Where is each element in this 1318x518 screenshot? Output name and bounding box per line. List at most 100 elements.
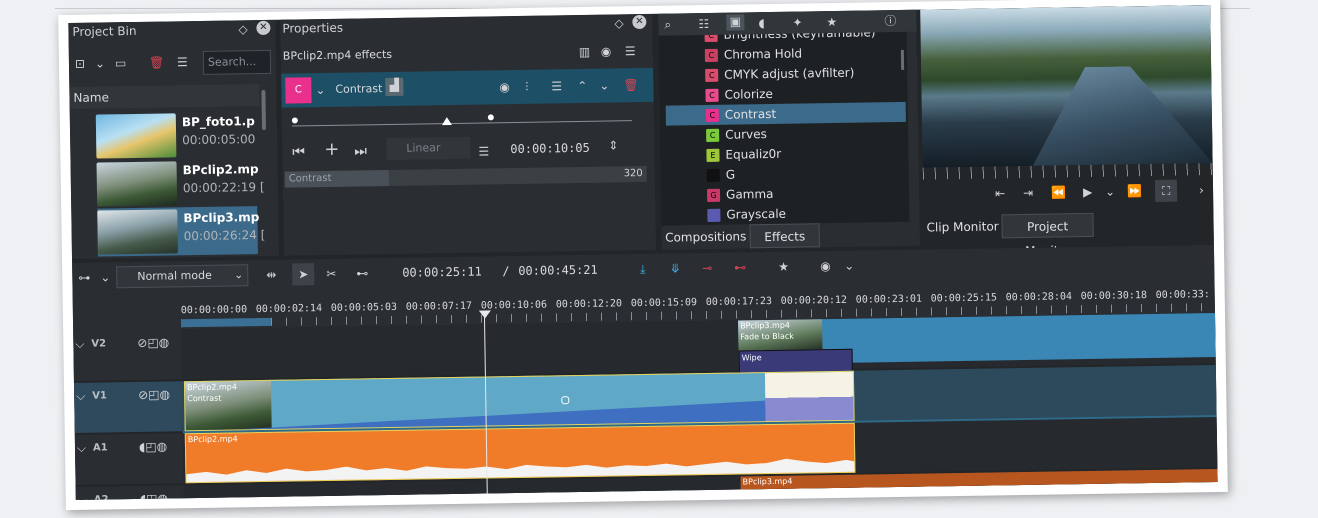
chevron-down-icon[interactable]: ⌄ bbox=[100, 270, 110, 284]
overwrite-icon[interactable]: ⤋ bbox=[670, 261, 680, 275]
track-controls-icon[interactable]: ⊘◰◍ bbox=[138, 387, 170, 401]
bin-item-foto1[interactable]: BP_foto1.p 00:00:05:00 bbox=[95, 110, 257, 161]
clip-a1-bpclip2[interactable]: BPclip2.mp4 bbox=[184, 422, 856, 484]
tab-clip-monitor[interactable]: Clip Monitor bbox=[925, 214, 1000, 240]
delete-icon[interactable]: 🗑 bbox=[623, 78, 638, 92]
tab-project-monitor[interactable]: Project Monitor bbox=[1001, 212, 1094, 258]
keyframe-ruler[interactable] bbox=[291, 112, 632, 131]
track-header-v2[interactable]: ⌵ V2 ⊘◰◍ bbox=[73, 329, 182, 381]
chevron-down-icon[interactable]: ⌄ bbox=[1105, 185, 1115, 199]
bin-item-clip3[interactable]: BPclip3.mp 00:00:26:24 [ bbox=[97, 206, 265, 257]
extract-icon[interactable]: ⊸ bbox=[702, 261, 712, 275]
effect-type-icon: E bbox=[706, 148, 720, 162]
playhead-handle[interactable] bbox=[478, 310, 492, 319]
menu-icon[interactable]: ☰ bbox=[177, 55, 188, 69]
keyframe-icon[interactable]: ▟ bbox=[385, 77, 404, 97]
bin-column-header[interactable]: Name bbox=[69, 84, 260, 109]
video-effect-icon[interactable]: ▣ bbox=[726, 14, 745, 31]
menu-icon[interactable]: ☰ bbox=[625, 44, 636, 58]
close-icon[interactable]: ✕ bbox=[632, 14, 647, 30]
track-header-v1[interactable]: ⌵ V1 ⊘◰◍ bbox=[73, 381, 183, 433]
effects-scrollbar[interactable] bbox=[900, 49, 905, 70]
custom-effect-icon[interactable]: ✦ bbox=[792, 15, 802, 29]
effect-item[interactable]: Grayscale bbox=[667, 202, 897, 226]
chevron-down-icon[interactable]: ⌄ bbox=[844, 259, 854, 273]
sliders-icon[interactable]: ⫶ bbox=[525, 80, 528, 94]
effect-label: Contrast bbox=[187, 393, 222, 404]
list-icon[interactable]: ☷ bbox=[698, 17, 709, 31]
play-icon[interactable]: ▶ bbox=[1083, 185, 1092, 199]
lift-icon[interactable]: ⊷ bbox=[734, 260, 746, 274]
spacer-tool-icon[interactable]: ⇹ bbox=[266, 268, 276, 282]
edit-mode-select[interactable]: Normal mode ⌄ bbox=[116, 264, 249, 289]
favorite-icon[interactable]: ★ bbox=[778, 260, 789, 274]
chevron-down-icon[interactable]: ⌄ bbox=[95, 56, 105, 70]
menu-icon[interactable]: ☰ bbox=[478, 144, 489, 158]
previous-keyframe-icon[interactable]: ⏮ bbox=[292, 144, 305, 160]
search-icon[interactable]: ⌕ bbox=[664, 18, 671, 32]
next-keyframe-icon[interactable]: ⏭ bbox=[354, 143, 367, 159]
delete-icon[interactable]: 🗑 bbox=[149, 55, 164, 69]
tab-compositions[interactable]: Compositions bbox=[663, 224, 748, 250]
playhead-marker[interactable] bbox=[441, 116, 452, 126]
ruler-label: 00:00:00:00 bbox=[180, 304, 248, 317]
collapse-icon[interactable]: ⌵ bbox=[78, 493, 87, 500]
collapse-icon[interactable]: ⌵ bbox=[76, 389, 85, 403]
track-controls-icon[interactable]: ⊘◰◍ bbox=[137, 335, 169, 349]
ruler-label: 00:00:10:06 bbox=[480, 299, 548, 312]
record-icon[interactable]: ◉ bbox=[820, 259, 831, 273]
project-bin-title: Project Bin bbox=[72, 23, 137, 39]
track-settings-icon[interactable]: ⊶ bbox=[78, 271, 90, 285]
monitor-video[interactable] bbox=[920, 5, 1213, 168]
spin-icon[interactable]: ⇕ bbox=[608, 138, 618, 152]
chevron-down-icon[interactable]: ⌄ bbox=[599, 79, 609, 93]
effect-type-icon bbox=[706, 168, 720, 182]
properties-subtitle: BPclip2.mp4 effects bbox=[282, 47, 393, 63]
folder-icon[interactable]: ▭ bbox=[115, 56, 127, 70]
chevron-up-icon[interactable]: ⌃ bbox=[577, 79, 587, 93]
keyframe-marker[interactable] bbox=[291, 117, 298, 124]
select-tool-icon[interactable]: ➤ bbox=[292, 263, 315, 286]
rewind-icon[interactable]: ⏪ bbox=[1051, 185, 1066, 199]
keyframe-timecode[interactable]: 00:00:10:05 bbox=[510, 141, 590, 156]
info-icon[interactable]: ⓘ bbox=[884, 14, 896, 28]
interpolation-select[interactable]: Linear bbox=[386, 136, 471, 161]
zone-out-icon[interactable]: ⇥ bbox=[1023, 186, 1033, 200]
keyframe-marker[interactable] bbox=[487, 114, 494, 121]
menu-icon[interactable]: ☰ bbox=[551, 79, 562, 93]
favorite-icon[interactable]: ★ bbox=[826, 15, 837, 29]
timeline-position[interactable]: 00:00:25:11 bbox=[402, 265, 482, 280]
add-clip-icon[interactable]: ⊡ bbox=[75, 57, 85, 71]
track-name: V1 bbox=[92, 390, 107, 402]
bin-scrollbar[interactable] bbox=[261, 89, 267, 130]
slip-tool-icon[interactable]: ⊷ bbox=[356, 266, 368, 280]
compare-icon[interactable]: ▥ bbox=[579, 45, 591, 59]
eye-icon[interactable]: ◉ bbox=[601, 44, 612, 58]
track-controls-icon[interactable]: ◖◰◍ bbox=[140, 491, 168, 499]
keyframe-marker[interactable] bbox=[561, 396, 570, 405]
bin-search-input[interactable]: Search... bbox=[202, 49, 272, 75]
insert-icon[interactable]: ⤓ bbox=[640, 262, 646, 276]
collapse-icon[interactable]: ⌵ bbox=[75, 337, 84, 351]
chevron-down-icon[interactable]: ⌄ bbox=[315, 83, 325, 97]
eye-icon[interactable]: ◉ bbox=[499, 80, 510, 94]
clip-a2-bpclip3[interactable]: BPclip3.mp4 bbox=[740, 469, 1218, 500]
chevron-right-icon[interactable]: › bbox=[1199, 183, 1204, 197]
collapse-icon[interactable]: ⌵ bbox=[77, 441, 86, 455]
float-icon[interactable]: ◇ bbox=[614, 16, 623, 30]
zone-in-icon[interactable]: ⇤ bbox=[995, 186, 1005, 200]
bin-item-clip2[interactable]: BPclip2.mp 00:00:22:19 [ bbox=[96, 158, 265, 209]
close-icon[interactable]: ✕ bbox=[256, 20, 271, 36]
audio-effect-icon[interactable]: ◖ bbox=[758, 16, 765, 30]
tab-effects[interactable]: Effects bbox=[749, 223, 820, 249]
contrast-slider[interactable]: Contrast 320 bbox=[284, 165, 647, 188]
fullscreen-icon[interactable]: ⛶ bbox=[1154, 179, 1178, 202]
track-controls-icon[interactable]: ◖◰◍ bbox=[139, 439, 167, 453]
effect-header[interactable]: C ⌄ Contrast ▟ ◉ ⫶ ☰ ⌃ ⌄ 🗑 bbox=[281, 67, 654, 108]
track-header-a2[interactable]: ⌵ A2 ◖◰◍ bbox=[75, 485, 185, 500]
add-keyframe-icon[interactable]: + bbox=[324, 139, 339, 160]
razor-tool-icon[interactable]: ✂ bbox=[326, 267, 336, 281]
float-icon[interactable]: ◇ bbox=[238, 22, 247, 36]
track-header-a1[interactable]: ⌵ A1 ◖◰◍ bbox=[74, 433, 184, 485]
forward-icon[interactable]: ⏩ bbox=[1127, 184, 1142, 198]
